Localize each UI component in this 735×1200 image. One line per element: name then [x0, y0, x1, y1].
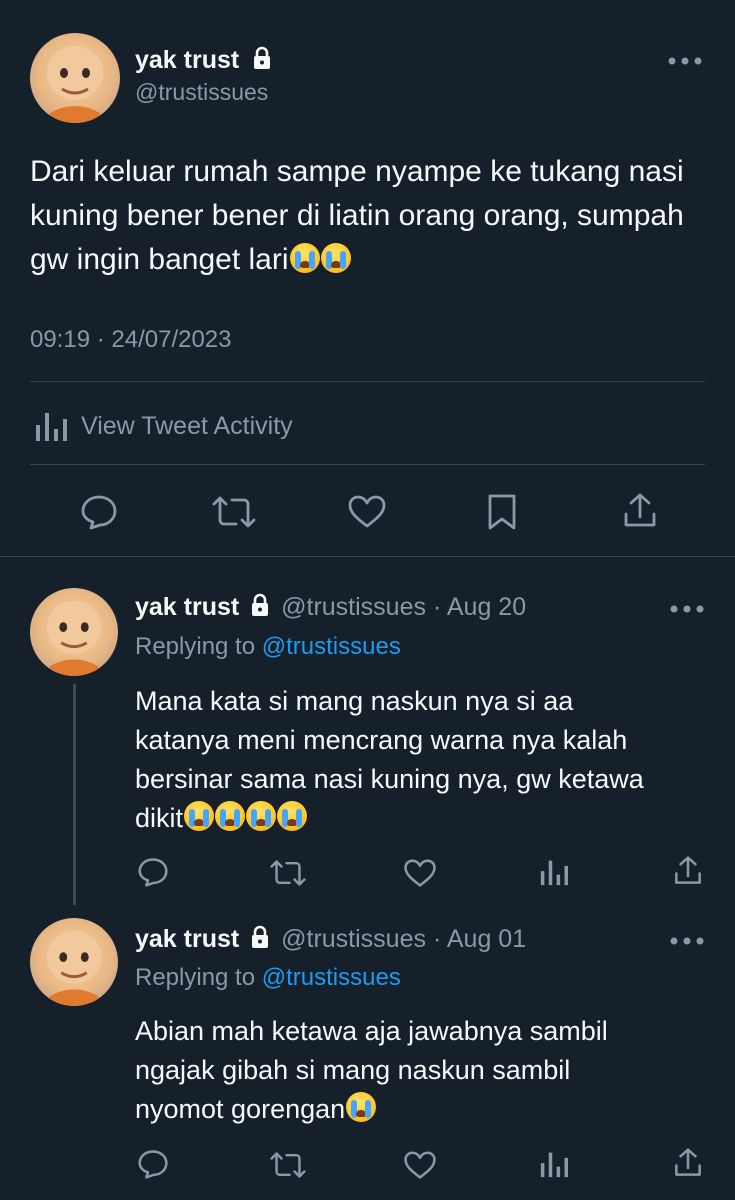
reply-header: yak trust @trustissues · Aug 01 [135, 925, 526, 954]
lock-icon [252, 46, 272, 70]
reply-text-line: nyomot gorengan [135, 1094, 346, 1124]
share-icon[interactable] [673, 1147, 703, 1179]
crying-emoji-icon [246, 801, 277, 831]
author-handle[interactable]: @trustissues [281, 925, 426, 953]
thread-line [73, 684, 76, 905]
reply-text-line: dikit [135, 803, 184, 833]
retweet-icon[interactable] [212, 494, 256, 530]
divider [0, 556, 735, 557]
more-options-icon[interactable] [668, 935, 708, 947]
lock-icon [250, 593, 270, 617]
retweet-icon[interactable] [270, 1150, 306, 1180]
author-name[interactable]: yak trust [135, 593, 239, 621]
divider [30, 464, 705, 465]
reply-date[interactable]: Aug 01 [447, 925, 526, 953]
avatar[interactable] [30, 588, 118, 676]
share-icon[interactable] [673, 855, 703, 887]
crying-emoji-icon [320, 243, 351, 273]
reply-icon[interactable] [137, 857, 169, 887]
reply-icon[interactable] [137, 1149, 169, 1179]
author-name[interactable]: yak trust [135, 46, 272, 75]
reply-text-line: Abian mah ketawa aja jawabnya sambil [135, 1016, 608, 1046]
crying-emoji-icon [184, 801, 215, 831]
tweet-text-content: Dari keluar rumah sampe nyampe ke tukang… [30, 155, 684, 276]
bookmark-icon[interactable] [487, 493, 517, 531]
reply-text-line: ngajak gibah si mang naskun sambil [135, 1055, 571, 1085]
author-name-text[interactable]: yak trust [135, 46, 239, 74]
reply-date[interactable]: Aug 20 [447, 593, 526, 621]
divider [30, 381, 705, 382]
author-name[interactable]: yak trust [135, 925, 239, 953]
reply-header: yak trust @trustissues · Aug 20 [135, 593, 526, 622]
like-icon[interactable] [347, 495, 387, 529]
more-options-icon[interactable] [668, 603, 708, 615]
replying-to: Replying to @trustissues [135, 633, 401, 661]
reply-text-line: Mana kata si mang naskun nya si aa [135, 686, 574, 716]
more-options-icon[interactable] [666, 55, 706, 67]
replying-to-label: Replying to [135, 964, 256, 991]
view-activity-label[interactable]: View Tweet Activity [81, 412, 293, 441]
replying-to-label: Replying to [135, 633, 256, 660]
like-icon[interactable] [403, 1151, 437, 1180]
crying-emoji-icon [215, 801, 246, 831]
avatar[interactable] [30, 918, 118, 1006]
lock-icon [250, 925, 270, 949]
reply-text-line-with-emoji: nyomot gorengan [135, 1090, 715, 1129]
like-icon[interactable] [403, 859, 437, 888]
separator: · [432, 925, 442, 953]
separator: · [432, 593, 442, 621]
replying-to: Replying to @trustissues [135, 964, 401, 992]
reply-text: Abian mah ketawa aja jawabnya sambil nga… [135, 1012, 715, 1129]
retweet-icon[interactable] [270, 858, 306, 888]
replying-to-handle[interactable]: @trustissues [262, 633, 401, 660]
tweet-timestamp[interactable]: 09:19 · 24/07/2023 [30, 326, 232, 354]
analytics-icon[interactable] [540, 1150, 568, 1178]
author-handle[interactable]: @trustissues [281, 593, 426, 621]
crying-emoji-icon [277, 801, 308, 831]
reply-text-line-with-emoji: dikit [135, 799, 715, 838]
analytics-icon [35, 411, 67, 441]
author-handle[interactable]: @trustissues [135, 79, 268, 106]
analytics-icon[interactable] [540, 858, 568, 886]
reply-text-line: katanya meni mencrang warna nya kalah [135, 725, 628, 755]
crying-emoji-icon [346, 1092, 377, 1122]
avatar[interactable] [30, 33, 120, 123]
share-icon[interactable] [622, 492, 658, 530]
replying-to-handle[interactable]: @trustissues [262, 964, 401, 991]
reply-icon[interactable] [80, 494, 118, 530]
reply-text: Mana kata si mang naskun nya si aa katan… [135, 682, 715, 838]
reply-text-line: bersinar sama nasi kuning nya, gw ketawa [135, 764, 644, 794]
view-activity-link[interactable]: View Tweet Activity [35, 406, 293, 446]
tweet-text: Dari keluar rumah sampe nyampe ke tukang… [30, 150, 710, 282]
crying-emoji-icon [289, 243, 320, 273]
